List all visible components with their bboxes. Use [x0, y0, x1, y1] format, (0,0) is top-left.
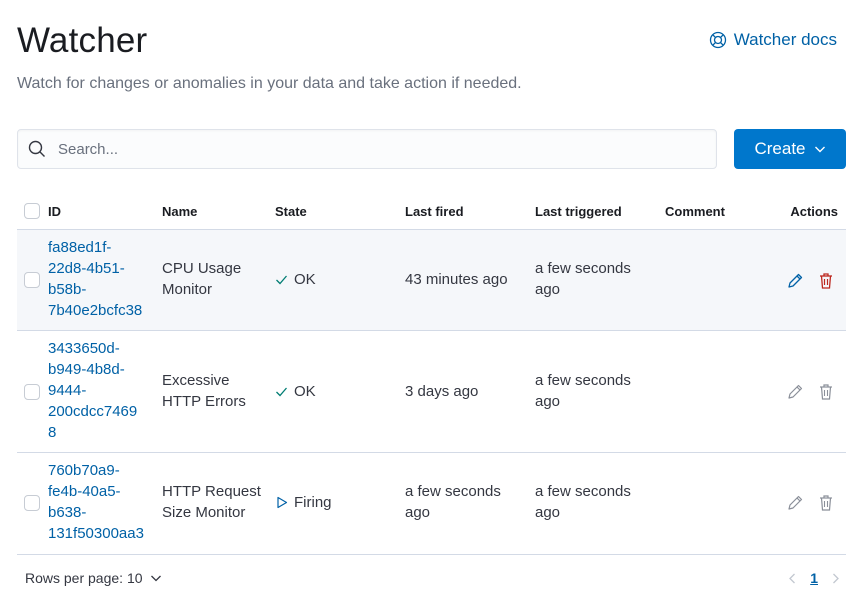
help-icon [709, 31, 726, 49]
create-button[interactable]: Create [734, 129, 846, 169]
page-description: Watch for changes or anomalies in your d… [17, 75, 522, 92]
watch-id-link[interactable]: fa88ed1f- 22d8-4b51- b58b- 7b40e2bcfc38 [48, 237, 142, 321]
watcher-docs-link[interactable]: Watcher docs [709, 30, 837, 50]
table-header: ID Name State Last fired Last triggered … [17, 192, 846, 230]
edit-icon[interactable] [786, 272, 804, 290]
select-all-checkbox[interactable] [24, 203, 40, 219]
edit-icon[interactable] [786, 383, 804, 401]
page-title: Watcher [17, 21, 148, 60]
watch-state: OK [275, 381, 316, 402]
column-header-last-triggered[interactable]: Last triggered [535, 204, 622, 219]
docs-link-label: Watcher docs [733, 30, 837, 49]
rows-per-page-selector[interactable]: Rows per page: 10 [25, 570, 162, 586]
watches-table: ID Name State Last fired Last triggered … [17, 192, 846, 555]
watch-name: CPU Usage Monitor [162, 260, 242, 298]
row-checkbox[interactable] [24, 272, 40, 288]
watch-state: Firing [275, 492, 332, 513]
last-fired: 3 days ago [405, 383, 479, 400]
last-fired: 43 minutes ago [405, 271, 508, 288]
watch-name: Excessive HTTP Errors [162, 372, 246, 410]
table-row: 3433650d- b949-4b8d- 9444- 200cdcc7469 8… [17, 331, 846, 453]
chevron-left-icon[interactable] [787, 573, 798, 584]
watch-id-link[interactable]: 760b70a9- fe4b-40a5- b638- 131f50300aa3 [48, 460, 144, 544]
pagination: 1 [787, 570, 841, 586]
search-input[interactable] [56, 130, 716, 168]
last-fired: a few seconds ago [405, 483, 501, 521]
table-row: fa88ed1f- 22d8-4b51- b58b- 7b40e2bcfc38 … [17, 230, 846, 331]
delete-icon[interactable] [817, 272, 835, 290]
row-checkbox[interactable] [24, 384, 40, 400]
edit-icon[interactable] [786, 494, 804, 512]
check-icon [276, 275, 287, 285]
search-box[interactable] [17, 129, 717, 169]
chevron-down-icon [150, 575, 161, 582]
watch-id-link[interactable]: 3433650d- b949-4b8d- 9444- 200cdcc7469 8 [48, 338, 137, 443]
rows-per-page-label: Rows per page: 10 [25, 570, 143, 586]
column-header-id[interactable]: ID [48, 204, 61, 219]
check-icon [276, 387, 287, 397]
column-header-actions: Actions [790, 204, 838, 219]
create-button-label: Create [754, 139, 806, 158]
last-triggered: a few seconds ago [535, 372, 631, 410]
column-header-name[interactable]: Name [162, 204, 197, 219]
column-header-state[interactable]: State [275, 204, 307, 219]
chevron-right-icon[interactable] [830, 573, 841, 584]
last-triggered: a few seconds ago [535, 483, 631, 521]
watch-state: OK [275, 269, 316, 290]
play-icon [277, 496, 288, 509]
page-number-button[interactable]: 1 [810, 570, 818, 586]
search-icon [28, 140, 45, 157]
table-row: 760b70a9- fe4b-40a5- b638- 131f50300aa3 … [17, 453, 846, 555]
chevron-down-icon [814, 146, 825, 153]
last-triggered: a few seconds ago [535, 260, 631, 298]
watch-name: HTTP Request Size Monitor [162, 483, 261, 521]
delete-icon[interactable] [817, 383, 835, 401]
column-header-last-fired[interactable]: Last fired [405, 204, 464, 219]
column-header-comment[interactable]: Comment [665, 204, 725, 219]
row-checkbox[interactable] [24, 495, 40, 511]
delete-icon[interactable] [817, 494, 835, 512]
